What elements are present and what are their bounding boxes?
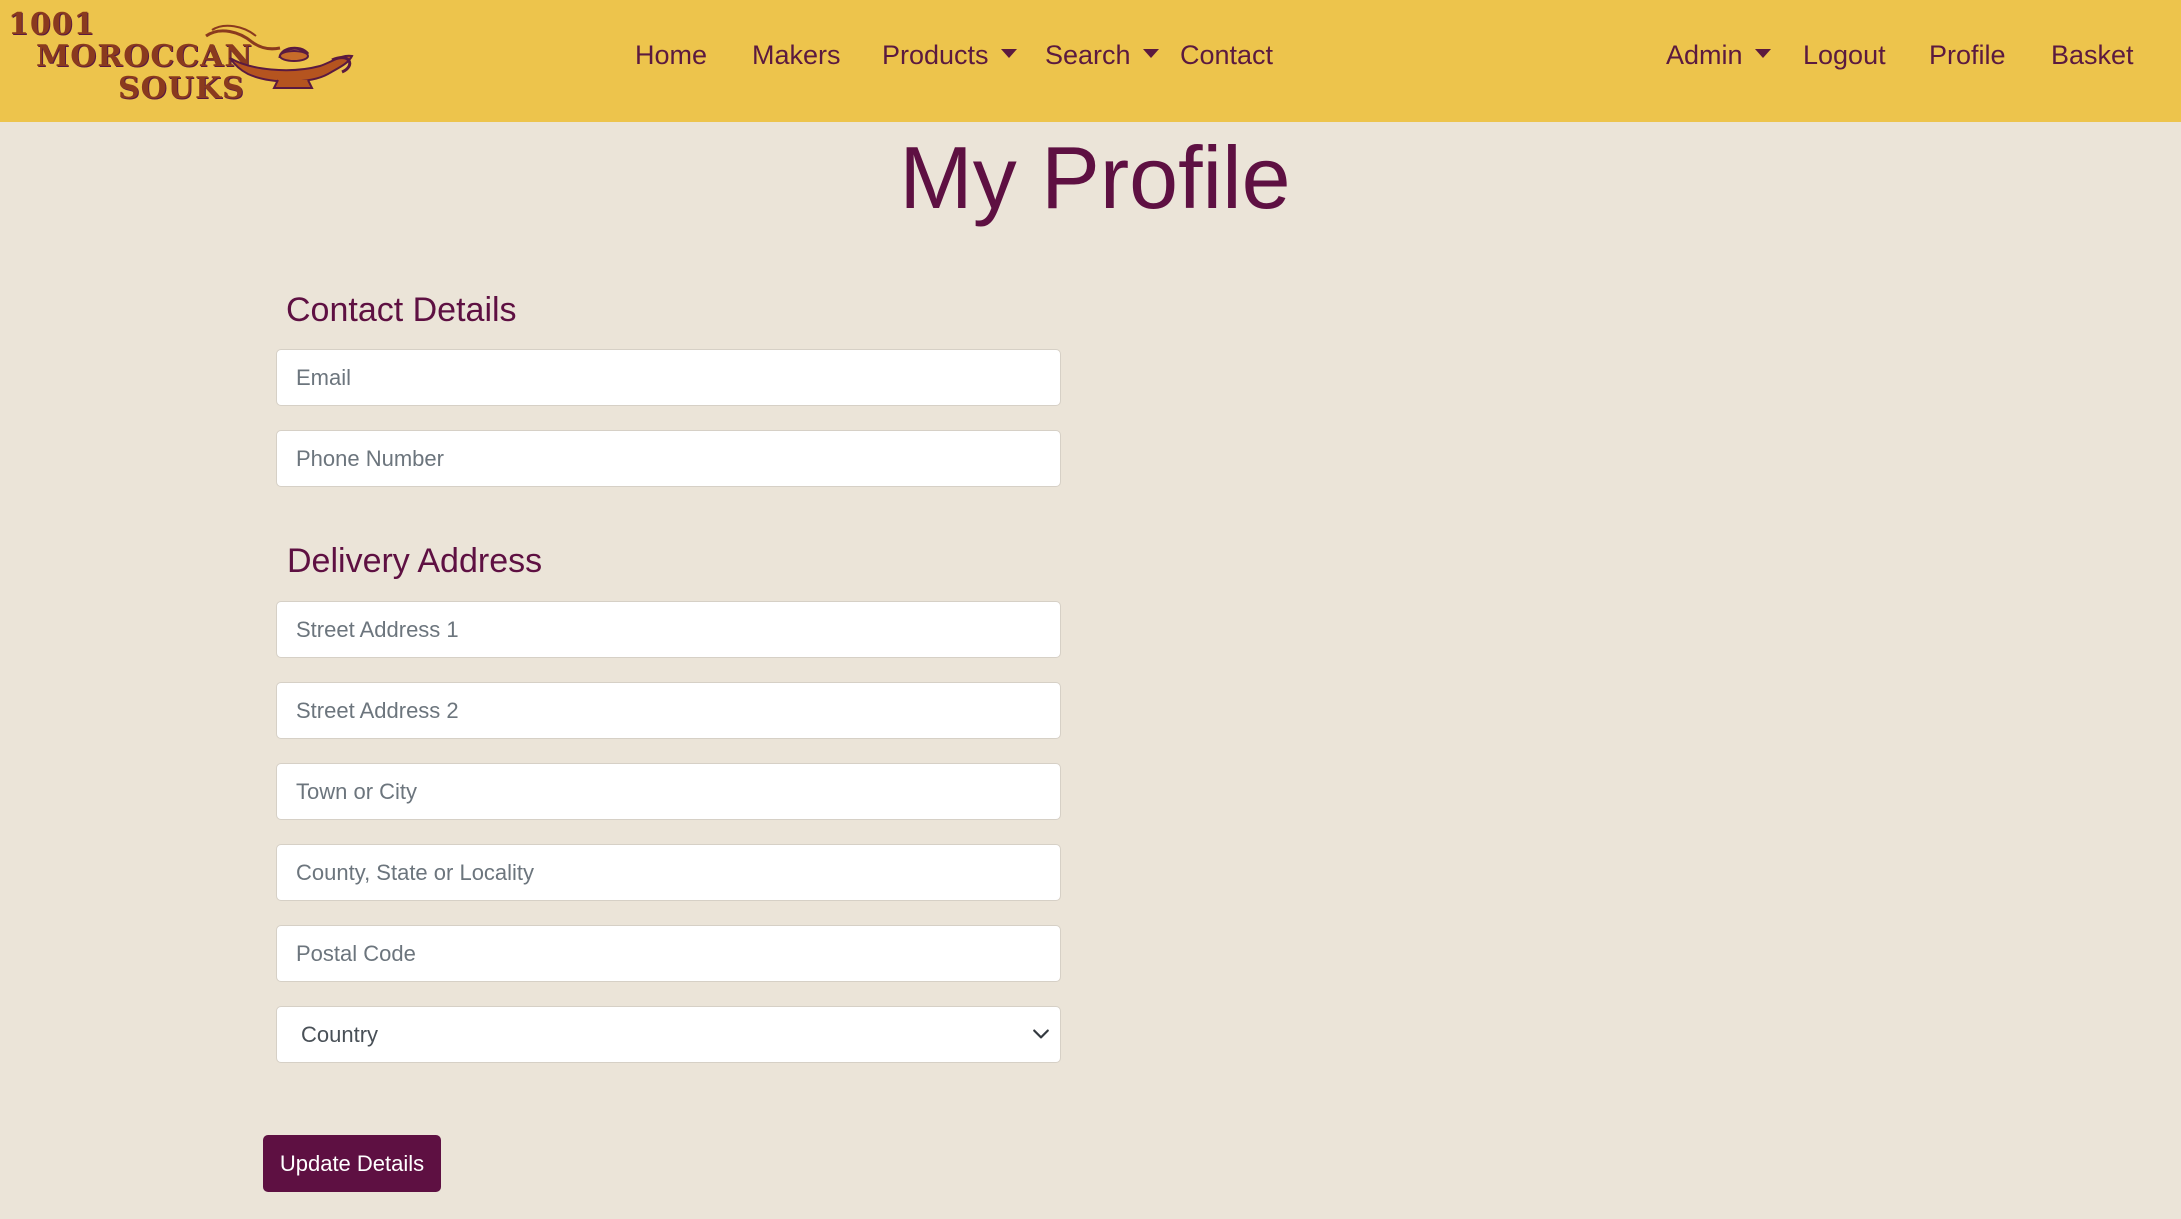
street-address-1-field[interactable]	[276, 601, 1061, 658]
nav-admin[interactable]: Admin	[1666, 34, 1771, 76]
nav-logout-label: Logout	[1803, 40, 1886, 70]
navbar: 1001 MOROCCAN SOUKS Home Makers Products…	[0, 0, 2181, 122]
caret-down-icon	[1142, 49, 1159, 58]
delivery-address-heading: Delivery Address	[287, 542, 543, 580]
nav-basket[interactable]: Basket	[2051, 34, 2134, 76]
contact-details-heading: Contact Details	[286, 291, 517, 329]
update-details-button[interactable]: Update Details	[263, 1135, 441, 1192]
nav-contact-label: Contact	[1180, 40, 1274, 70]
nav-makers-label: Makers	[752, 40, 841, 70]
nav-makers[interactable]: Makers	[752, 34, 841, 76]
nav-profile-label: Profile	[1929, 40, 2006, 70]
nav-contact[interactable]: Contact	[1180, 34, 1273, 76]
nav-products[interactable]: Products	[882, 34, 1017, 76]
nav-home-label: Home	[635, 40, 708, 70]
county-field[interactable]	[276, 844, 1061, 901]
nav-home[interactable]: Home	[635, 34, 707, 76]
nav-admin-label: Admin	[1666, 40, 1743, 70]
caret-down-icon	[1754, 49, 1771, 58]
nav-search[interactable]: Search	[1045, 34, 1159, 76]
street-address-2-field[interactable]	[276, 682, 1061, 739]
chevron-down-icon	[1033, 1029, 1049, 1039]
caret-down-icon	[1000, 49, 1017, 58]
email-field[interactable]	[276, 349, 1061, 406]
country-select[interactable]: Country	[276, 1006, 1061, 1063]
postal-code-field[interactable]	[276, 925, 1061, 982]
site-logo[interactable]: 1001 MOROCCAN SOUKS	[0, 0, 370, 118]
logo-line-1: 1001	[8, 7, 96, 42]
nav-logout[interactable]: Logout	[1803, 34, 1886, 76]
nav-basket-label: Basket	[2051, 40, 2134, 70]
nav-profile[interactable]: Profile	[1929, 34, 2006, 76]
page-title: My Profile	[899, 128, 1291, 227]
phone-number-field[interactable]	[276, 430, 1061, 487]
town-or-city-field[interactable]	[276, 763, 1061, 820]
magic-lamp-icon	[205, 24, 354, 89]
country-select-value: Country	[301, 1022, 379, 1047]
nav-search-label: Search	[1045, 40, 1131, 70]
nav-products-label: Products	[882, 40, 989, 70]
